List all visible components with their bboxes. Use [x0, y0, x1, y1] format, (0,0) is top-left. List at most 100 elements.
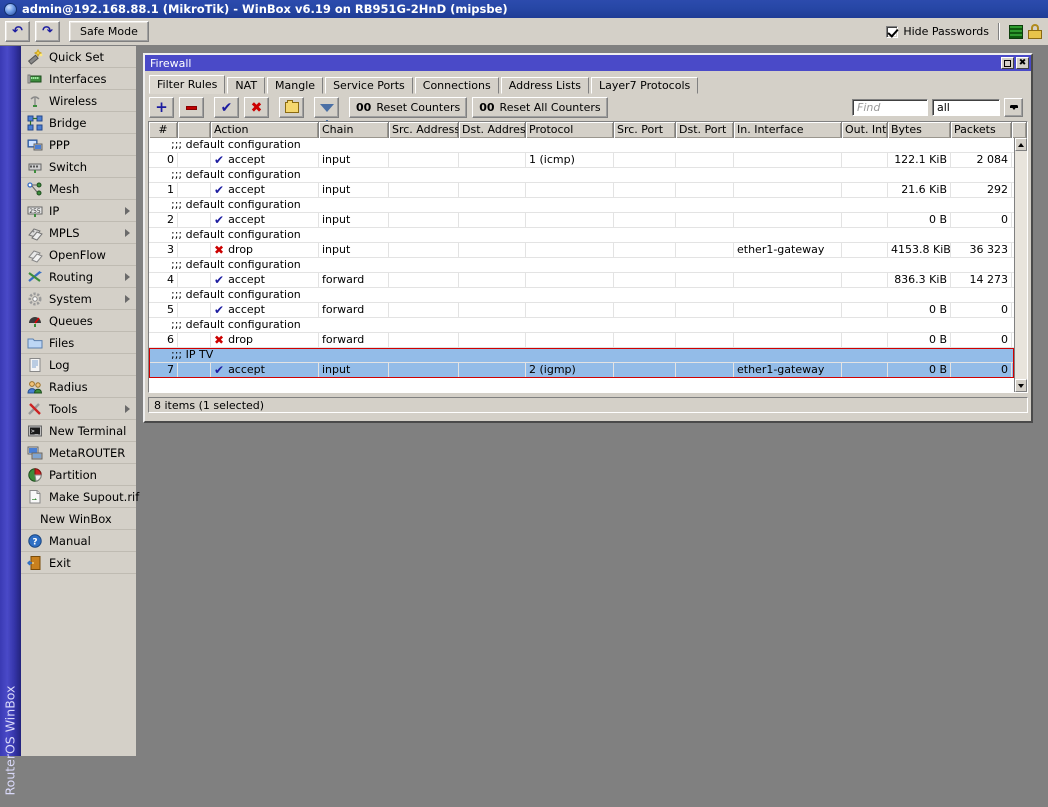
table-row[interactable]: 3 ✖ drop input ether1-gateway 4153.8 KiB 36 32… [149, 243, 1014, 258]
sidebar-item-bridge[interactable]: Bridge [21, 112, 136, 134]
rule-flags [178, 183, 211, 198]
sidebar-item-openflow[interactable]: OpenFlow [21, 244, 136, 266]
table-row[interactable]: 5 ✔ accept forward 0 B0 [149, 303, 1014, 318]
sidebar-item-label: PPP [49, 137, 70, 152]
rule-chain: input [319, 363, 389, 378]
tab-filter-rules[interactable]: Filter Rules [149, 75, 226, 94]
table-row[interactable]: 1 ✔ accept input 21.6 KiB 292 [149, 183, 1014, 198]
tab-service-ports[interactable]: Service Ports [325, 77, 413, 94]
filter-button[interactable] [314, 97, 339, 125]
table-vertical-scrollbar[interactable] [1014, 138, 1027, 392]
sidebar-item-interfaces[interactable]: Interfaces [21, 68, 136, 90]
rule-flags [178, 363, 211, 378]
sidebar-item-tools[interactable]: Tools [21, 398, 136, 420]
table-row[interactable]: 4 ✔ accept forward 836.3 KiB 14 273 [149, 273, 1014, 288]
rule-src-port [614, 363, 676, 378]
sidebar-item-wireless[interactable]: Wireless [21, 90, 136, 112]
sidebar-item-new-winbox[interactable]: New WinBox [21, 508, 136, 530]
lock-icon[interactable] [1028, 24, 1042, 39]
tab-mangle[interactable]: Mangle [267, 77, 324, 94]
rule-src-address [389, 243, 459, 258]
table-row-comment[interactable]: ;;; default configuration [149, 198, 1014, 213]
firewall-window: Firewall ✖ Filter Rules NAT Mangle Servi… [143, 53, 1033, 423]
firewall-window-title: Firewall [150, 56, 192, 70]
sidebar-item-new-terminal[interactable]: >_ New Terminal [21, 420, 136, 442]
table-row-comment[interactable]: ;;; default configuration [149, 258, 1014, 273]
undo-button[interactable]: ↶ [5, 21, 30, 42]
interfaces-icon [27, 71, 43, 87]
sidebar-item-label: Files [49, 335, 75, 350]
hide-passwords-checkbox[interactable] [886, 25, 899, 38]
col-action[interactable]: Action [211, 122, 319, 138]
sidebar-item-system[interactable]: System [21, 288, 136, 310]
check-icon: ✔ [214, 213, 225, 227]
sidebar-item-manual[interactable]: ? Manual [21, 530, 136, 552]
rule-action-label: accept [228, 153, 265, 166]
disable-rule-button[interactable]: ✖ [244, 97, 269, 118]
col-src-address[interactable]: Src. Address [389, 122, 459, 138]
col-packets[interactable]: Packets [951, 122, 1012, 138]
sidebar-item-partition[interactable]: Partition [21, 464, 136, 486]
table-row[interactable]: 0 ✔ accept input 1 (icmp) 122.1 KiB 2 084 [149, 153, 1014, 168]
filter-select-dropdown-button[interactable] [1004, 98, 1023, 117]
col-dst-port[interactable]: Dst. Port [676, 122, 734, 138]
scroll-down-button[interactable] [1015, 379, 1027, 392]
col-protocol[interactable]: Protocol [526, 122, 614, 138]
redo-button[interactable]: ↷ [35, 21, 60, 42]
safe-mode-button[interactable]: Safe Mode [69, 21, 149, 42]
rule-dst-address [459, 303, 526, 318]
scroll-up-button[interactable] [1015, 138, 1027, 151]
table-row-comment[interactable]: ;;; default configuration [149, 168, 1014, 183]
green-bars-icon[interactable] [1009, 24, 1023, 39]
chevron-right-icon [125, 295, 130, 303]
col-bytes[interactable]: Bytes [888, 122, 951, 138]
sidebar-item-routing[interactable]: Routing [21, 266, 136, 288]
col-chain[interactable]: Chain [319, 122, 389, 138]
maximize-button[interactable] [1001, 57, 1014, 69]
enable-rule-button[interactable]: ✔ [214, 97, 239, 118]
close-button[interactable]: ✖ [1016, 57, 1029, 69]
col-dst-address[interactable]: Dst. Address [459, 122, 526, 138]
sidebar-item-switch[interactable]: Switch [21, 156, 136, 178]
col-flags[interactable] [178, 122, 211, 138]
tab-connections[interactable]: Connections [414, 77, 499, 94]
table-row-comment[interactable]: ;;; default configuration [149, 318, 1014, 333]
col-index[interactable]: # [149, 122, 178, 138]
tab-nat[interactable]: NAT [227, 77, 266, 94]
sidebar-item-mpls[interactable]: MPLS [21, 222, 136, 244]
col-in-interface[interactable]: In. Interface [734, 122, 842, 138]
reset-all-counters-button[interactable]: 00 Reset All Counters [472, 97, 608, 118]
col-out-interface[interactable]: Out. Int... [842, 122, 888, 138]
filter-select-value[interactable]: all [932, 99, 1000, 116]
table-row[interactable]: 6 ✖ drop forward 0 B0 [149, 333, 1014, 348]
sidebar-item-label: Radius [49, 379, 88, 394]
sidebar-item-ip[interactable]: 255 IP [21, 200, 136, 222]
table-row-comment[interactable]: ;;; default configuration [149, 288, 1014, 303]
table-row-comment[interactable]: ;;; default configuration [149, 138, 1014, 153]
rule-src-address [389, 333, 459, 348]
sidebar-item-ppp[interactable]: PPP [21, 134, 136, 156]
sidebar-item-label: Mesh [49, 181, 80, 196]
remove-rule-button[interactable] [179, 97, 204, 118]
tab-address-lists[interactable]: Address Lists [500, 77, 590, 94]
table-row[interactable]: 2 ✔ accept input 0 B0 [149, 213, 1014, 228]
comment-button[interactable] [279, 97, 304, 118]
sidebar-item-make-supout[interactable]: Make Supout.rif [21, 486, 139, 508]
sidebar-item-exit[interactable]: Exit [21, 552, 136, 574]
sidebar-item-queues[interactable]: Queues [21, 310, 136, 332]
table-row-comment[interactable]: ;;; default configuration [149, 228, 1014, 243]
sidebar-item-metarouter[interactable]: MetaROUTER [21, 442, 136, 464]
sidebar-item-mesh[interactable]: Mesh [21, 178, 136, 200]
sidebar-item-radius[interactable]: Radius [21, 376, 136, 398]
rule-dst-port [676, 273, 734, 288]
col-src-port[interactable]: Src. Port [614, 122, 676, 138]
sidebar-item-log[interactable]: Log [21, 354, 136, 376]
sidebar-item-files[interactable]: Files [21, 332, 136, 354]
add-rule-button[interactable]: + [149, 97, 174, 118]
sidebar-item-quick-set[interactable]: Quick Set [21, 46, 136, 68]
tab-layer7-protocols[interactable]: Layer7 Protocols [591, 77, 699, 94]
reset-counters-button[interactable]: 00 Reset Counters [349, 97, 468, 118]
find-input[interactable]: Find [852, 99, 928, 116]
table-row-comment[interactable]: ;;; IP TV [149, 348, 1014, 363]
table-row[interactable]: 7 ✔ accept input 2 (igmp) ether1-gateway 0 B0 [149, 363, 1014, 378]
